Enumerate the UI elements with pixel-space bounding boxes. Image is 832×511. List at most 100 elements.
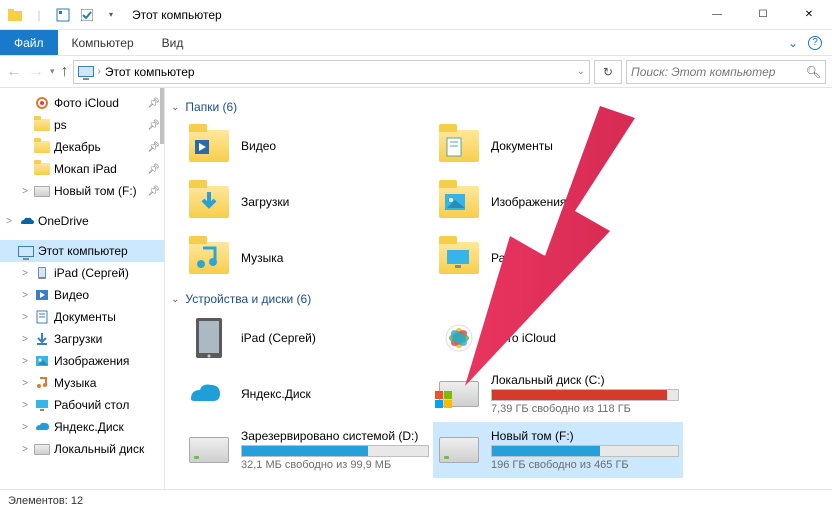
forward-button[interactable]: → bbox=[28, 63, 44, 81]
sidebar-item[interactable]: >Новый том (F:)📌︎ bbox=[0, 180, 164, 202]
folder-item[interactable]: Загрузки bbox=[183, 174, 433, 230]
drive-item[interactable]: Зарезервировано системой (D:) 32,1 МБ сво… bbox=[183, 422, 433, 478]
sidebar-item[interactable]: >Музыка bbox=[0, 372, 164, 394]
downloads-icon bbox=[187, 180, 231, 224]
status-text: Элементов: 12 bbox=[8, 495, 83, 507]
window-controls: — ☐ ✕ bbox=[694, 0, 832, 30]
drive-item[interactable]: Яндекс.Диск bbox=[183, 366, 433, 422]
sidebar-item-label: iPad (Сергей) bbox=[54, 266, 129, 280]
drive-icon bbox=[34, 183, 50, 199]
sidebar-item[interactable]: Мокап iPad📌︎ bbox=[0, 158, 164, 180]
ipad-dev-icon bbox=[187, 316, 231, 360]
item-label: iPad (Сергей) bbox=[241, 331, 429, 345]
music-icon bbox=[187, 236, 231, 280]
search-input[interactable]: Поиск: Этот компьютер 🔍︎ bbox=[626, 60, 826, 84]
sidebar-item[interactable]: >Видео bbox=[0, 284, 164, 306]
main: Фото iCloud📌︎ps📌︎Декабрь📌︎Мокап iPad📌︎>Н… bbox=[0, 88, 832, 489]
expand-icon[interactable]: > bbox=[20, 356, 30, 367]
item-label: Яндекс.Диск bbox=[241, 387, 429, 401]
expand-icon[interactable]: > bbox=[20, 444, 30, 455]
folder-item[interactable]: Рабочий стол bbox=[433, 230, 683, 286]
sidebar-item[interactable]: >OneDrive bbox=[0, 210, 164, 232]
maximize-button[interactable]: ☐ bbox=[740, 0, 786, 30]
onedrive-icon bbox=[18, 213, 34, 229]
sidebar-item-label: Документы bbox=[54, 310, 116, 324]
ribbon-tab-computer[interactable]: Компьютер bbox=[58, 30, 148, 55]
downloads-icon bbox=[34, 331, 50, 347]
sidebar-item[interactable]: >Локальный диск bbox=[0, 438, 164, 460]
folders-grid: ВидеоДокументыЗагрузкиИзображения Музыка Р… bbox=[165, 118, 824, 286]
sidebar-item[interactable]: > Документы bbox=[0, 306, 164, 328]
drive-item[interactable]: Фото iCloud bbox=[433, 310, 683, 366]
folder-item[interactable]: Изображения bbox=[433, 174, 683, 230]
expand-icon[interactable]: > bbox=[20, 290, 30, 301]
docs-icon bbox=[34, 309, 50, 325]
breadcrumb-label[interactable]: Этот компьютер bbox=[105, 65, 195, 79]
sidebar-item[interactable]: > Изображения bbox=[0, 350, 164, 372]
expand-icon[interactable]: > bbox=[20, 422, 30, 433]
qat-dropdown-icon[interactable]: ▾ bbox=[102, 6, 120, 24]
expand-icon[interactable]: > bbox=[4, 216, 14, 227]
expand-icon[interactable]: > bbox=[20, 334, 30, 345]
help-icon[interactable]: ? bbox=[808, 36, 822, 50]
pictures-icon bbox=[34, 353, 50, 369]
group-header-drives[interactable]: ⌄ Устройства и диски (6) bbox=[171, 292, 824, 306]
pin-icon: 📌︎ bbox=[147, 142, 160, 153]
sidebar-item-label: ps bbox=[54, 118, 67, 132]
up-button[interactable]: ↑ bbox=[61, 63, 69, 81]
expand-icon[interactable]: > bbox=[20, 312, 30, 323]
sidebar-item[interactable]: ps📌︎ bbox=[0, 114, 164, 136]
sidebar-item-label: Изображения bbox=[54, 354, 129, 368]
sidebar-item[interactable]: Фото iCloud📌︎ bbox=[0, 92, 164, 114]
desktop-icon bbox=[34, 397, 50, 413]
checkbox-icon[interactable] bbox=[78, 6, 96, 24]
back-button[interactable]: ← bbox=[6, 63, 22, 81]
drive-item[interactable]: iPad (Сергей) bbox=[183, 310, 433, 366]
close-button[interactable]: ✕ bbox=[786, 0, 832, 30]
sidebar-item-label: Фото iCloud bbox=[54, 96, 119, 110]
recent-dropdown-icon[interactable]: ▾ bbox=[50, 66, 55, 77]
sidebar-item[interactable]: > iPad (Сергей) bbox=[0, 262, 164, 284]
folder-icon bbox=[34, 139, 50, 155]
item-label: Зарезервировано системой (D:) bbox=[241, 429, 429, 443]
drive-c-icon bbox=[437, 372, 481, 416]
breadcrumb-dropdown-icon[interactable]: ⌄ bbox=[577, 66, 585, 77]
address-bar: ← → ▾ ↑ › Этот компьютер ⌄ ↻ Поиск: Этот… bbox=[0, 56, 832, 88]
drive-item[interactable]: Новый том (F:)196 ГБ свободно из 465 ГБ bbox=[433, 422, 683, 478]
breadcrumb[interactable]: › Этот компьютер ⌄ bbox=[73, 60, 590, 84]
file-tab[interactable]: Файл bbox=[0, 30, 58, 55]
sidebar-item[interactable]: Декабрь📌︎ bbox=[0, 136, 164, 158]
photos-icon bbox=[437, 316, 481, 360]
expand-icon[interactable]: > bbox=[20, 186, 30, 197]
folder-item[interactable]: Документы bbox=[433, 118, 683, 174]
sidebar-item[interactable]: > Рабочий стол bbox=[0, 394, 164, 416]
capacity-text: 196 ГБ свободно из 465 ГБ bbox=[491, 459, 679, 471]
expand-icon[interactable]: > bbox=[20, 378, 30, 389]
expand-icon[interactable]: > bbox=[20, 400, 30, 411]
folder-item[interactable]: Видео bbox=[183, 118, 433, 174]
capacity-bar bbox=[491, 445, 679, 457]
sidebar-item-label: Рабочий стол bbox=[54, 398, 129, 412]
sidebar-item[interactable]: >Яндекс.Диск bbox=[0, 416, 164, 438]
breadcrumb-sep-icon: › bbox=[98, 66, 101, 77]
sidebar-item-label: Загрузки bbox=[54, 332, 102, 346]
drives-grid: iPad (Сергей) Фото iCloud Яндекс.Диск Локал… bbox=[165, 310, 824, 478]
group-header-folders[interactable]: ⌄ Папки (6) bbox=[171, 100, 824, 114]
sidebar-item[interactable]: > Загрузки bbox=[0, 328, 164, 350]
ribbon-tab-view[interactable]: Вид bbox=[148, 30, 198, 55]
item-label: Музыка bbox=[241, 251, 429, 265]
drive-item[interactable]: Локальный диск (C:)7,39 ГБ свободно из 1… bbox=[433, 366, 683, 422]
refresh-button[interactable]: ↻ bbox=[594, 60, 622, 84]
sidebar-item[interactable]: Этот компьютер bbox=[0, 240, 164, 262]
divider-icon: | bbox=[30, 6, 48, 24]
expand-icon[interactable]: > bbox=[20, 268, 30, 279]
properties-icon[interactable] bbox=[54, 6, 72, 24]
chevron-down-icon: ⌄ bbox=[171, 294, 179, 305]
capacity-text: 32,1 МБ свободно из 99,9 МБ bbox=[241, 459, 429, 471]
capacity-bar bbox=[241, 445, 429, 457]
ribbon-expand-icon[interactable]: ⌄ bbox=[788, 36, 798, 50]
folder-item[interactable]: Музыка bbox=[183, 230, 433, 286]
thispc-icon bbox=[78, 66, 94, 77]
scrollbar[interactable] bbox=[160, 88, 164, 144]
minimize-button[interactable]: — bbox=[694, 0, 740, 30]
